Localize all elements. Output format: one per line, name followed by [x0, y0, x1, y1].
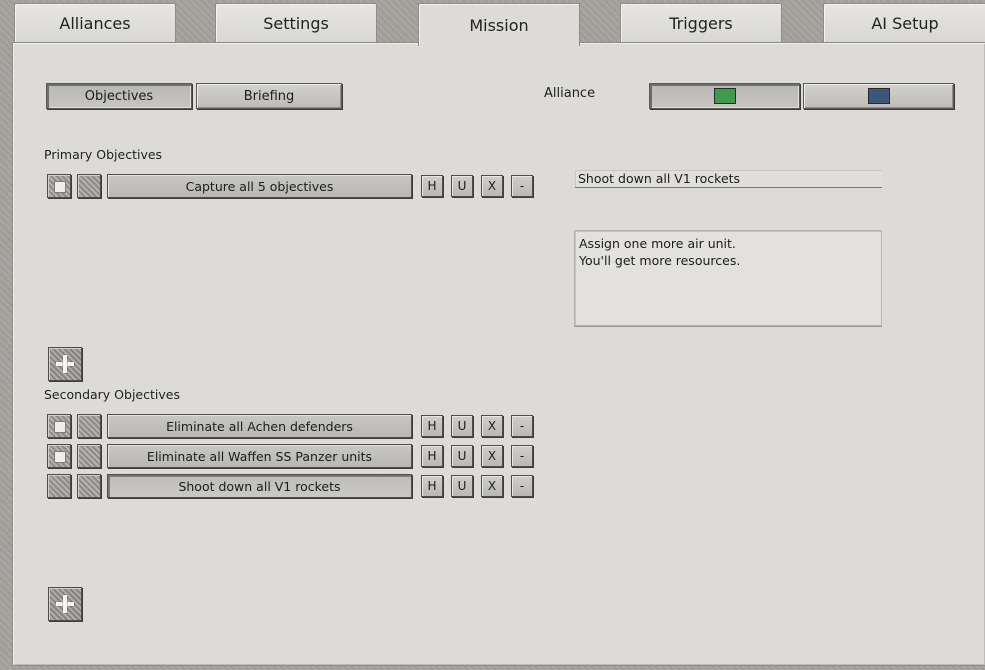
tab-label: Triggers	[669, 13, 733, 33]
primary-objectives-heading: Primary Objectives	[44, 147, 163, 162]
secondary-objective-remove-button[interactable]: -	[511, 445, 533, 467]
checkbox-mark	[54, 421, 66, 433]
alliance-blue-button[interactable]	[803, 83, 954, 109]
tab-triggers[interactable]: Triggers	[620, 3, 782, 42]
secondary-objective-h-button[interactable]: H	[421, 445, 443, 467]
checkbox-mark	[54, 181, 66, 193]
add-primary-objective-button[interactable]	[48, 347, 82, 381]
secondary-objective-x-button[interactable]: X	[481, 415, 503, 437]
tab-label: Alliances	[59, 13, 131, 33]
secondary-objectives-heading: Secondary Objectives	[44, 387, 180, 402]
tab-settings[interactable]: Settings	[215, 3, 377, 42]
secondary-objective-checkbox[interactable]	[47, 414, 71, 438]
objectives-subtab-button[interactable]: Objectives	[46, 83, 192, 109]
primary-objective-checkbox[interactable]	[47, 174, 71, 198]
secondary-objective-select-toggle[interactable]	[77, 444, 101, 468]
objective-title-field[interactable]: Shoot down all V1 rockets	[575, 170, 882, 188]
objective-description-field[interactable]: Assign one more air unit. You'll get mor…	[574, 230, 882, 326]
alliance-green-button[interactable]	[649, 83, 800, 109]
secondary-objective-remove-button[interactable]: -	[511, 415, 533, 437]
blue-alliance-swatch	[867, 88, 890, 104]
secondary-objective-name-field[interactable]: Eliminate all Achen defenders	[107, 414, 412, 438]
secondary-objective-name-field[interactable]: Eliminate all Waffen SS Panzer units	[107, 444, 412, 468]
secondary-objective-checkbox[interactable]	[47, 474, 71, 498]
secondary-objective-u-button[interactable]: U	[451, 475, 473, 497]
secondary-objective-h-button[interactable]: H	[421, 415, 443, 437]
primary-objective-name-field[interactable]: Capture all 5 objectives	[107, 174, 412, 198]
secondary-objective-x-button[interactable]: X	[481, 445, 503, 467]
objectives-label: Objectives	[84, 88, 154, 104]
description-line: You'll get more resources.	[579, 253, 741, 268]
primary-objective-u-button[interactable]: U	[451, 175, 473, 197]
secondary-objective-name-field-selected[interactable]: Shoot down all V1 rockets	[107, 474, 412, 498]
add-secondary-objective-button[interactable]	[48, 587, 82, 621]
secondary-objective-x-button[interactable]: X	[481, 475, 503, 497]
alliance-label: Alliance	[544, 86, 596, 101]
secondary-objective-select-toggle[interactable]	[77, 414, 101, 438]
secondary-objective-remove-button[interactable]: -	[511, 475, 533, 497]
primary-objective-remove-button[interactable]: -	[511, 175, 533, 197]
primary-objective-h-button[interactable]: H	[421, 175, 443, 197]
green-alliance-swatch	[713, 88, 736, 104]
description-line: Assign one more air unit.	[579, 236, 736, 251]
secondary-objective-u-button[interactable]: U	[451, 445, 473, 467]
tab-mission[interactable]: Mission	[418, 3, 580, 46]
tab-label: AI Setup	[871, 13, 939, 33]
tab-alliances[interactable]: Alliances	[14, 3, 176, 42]
tab-ai-setup[interactable]: AI Setup	[823, 3, 985, 42]
primary-objective-select-toggle[interactable]	[77, 174, 101, 198]
tab-label: Settings	[263, 13, 329, 33]
checkbox-mark	[54, 451, 66, 463]
secondary-objective-select-toggle[interactable]	[77, 474, 101, 498]
secondary-objective-u-button[interactable]: U	[451, 415, 473, 437]
tab-label: Mission	[469, 15, 529, 35]
secondary-objective-checkbox[interactable]	[47, 444, 71, 468]
briefing-label: Briefing	[243, 88, 295, 104]
mission-panel: Objectives Briefing Alliance Primary Obj…	[12, 42, 985, 666]
primary-objective-x-button[interactable]: X	[481, 175, 503, 197]
briefing-subtab-button[interactable]: Briefing	[196, 83, 342, 109]
secondary-objective-h-button[interactable]: H	[421, 475, 443, 497]
